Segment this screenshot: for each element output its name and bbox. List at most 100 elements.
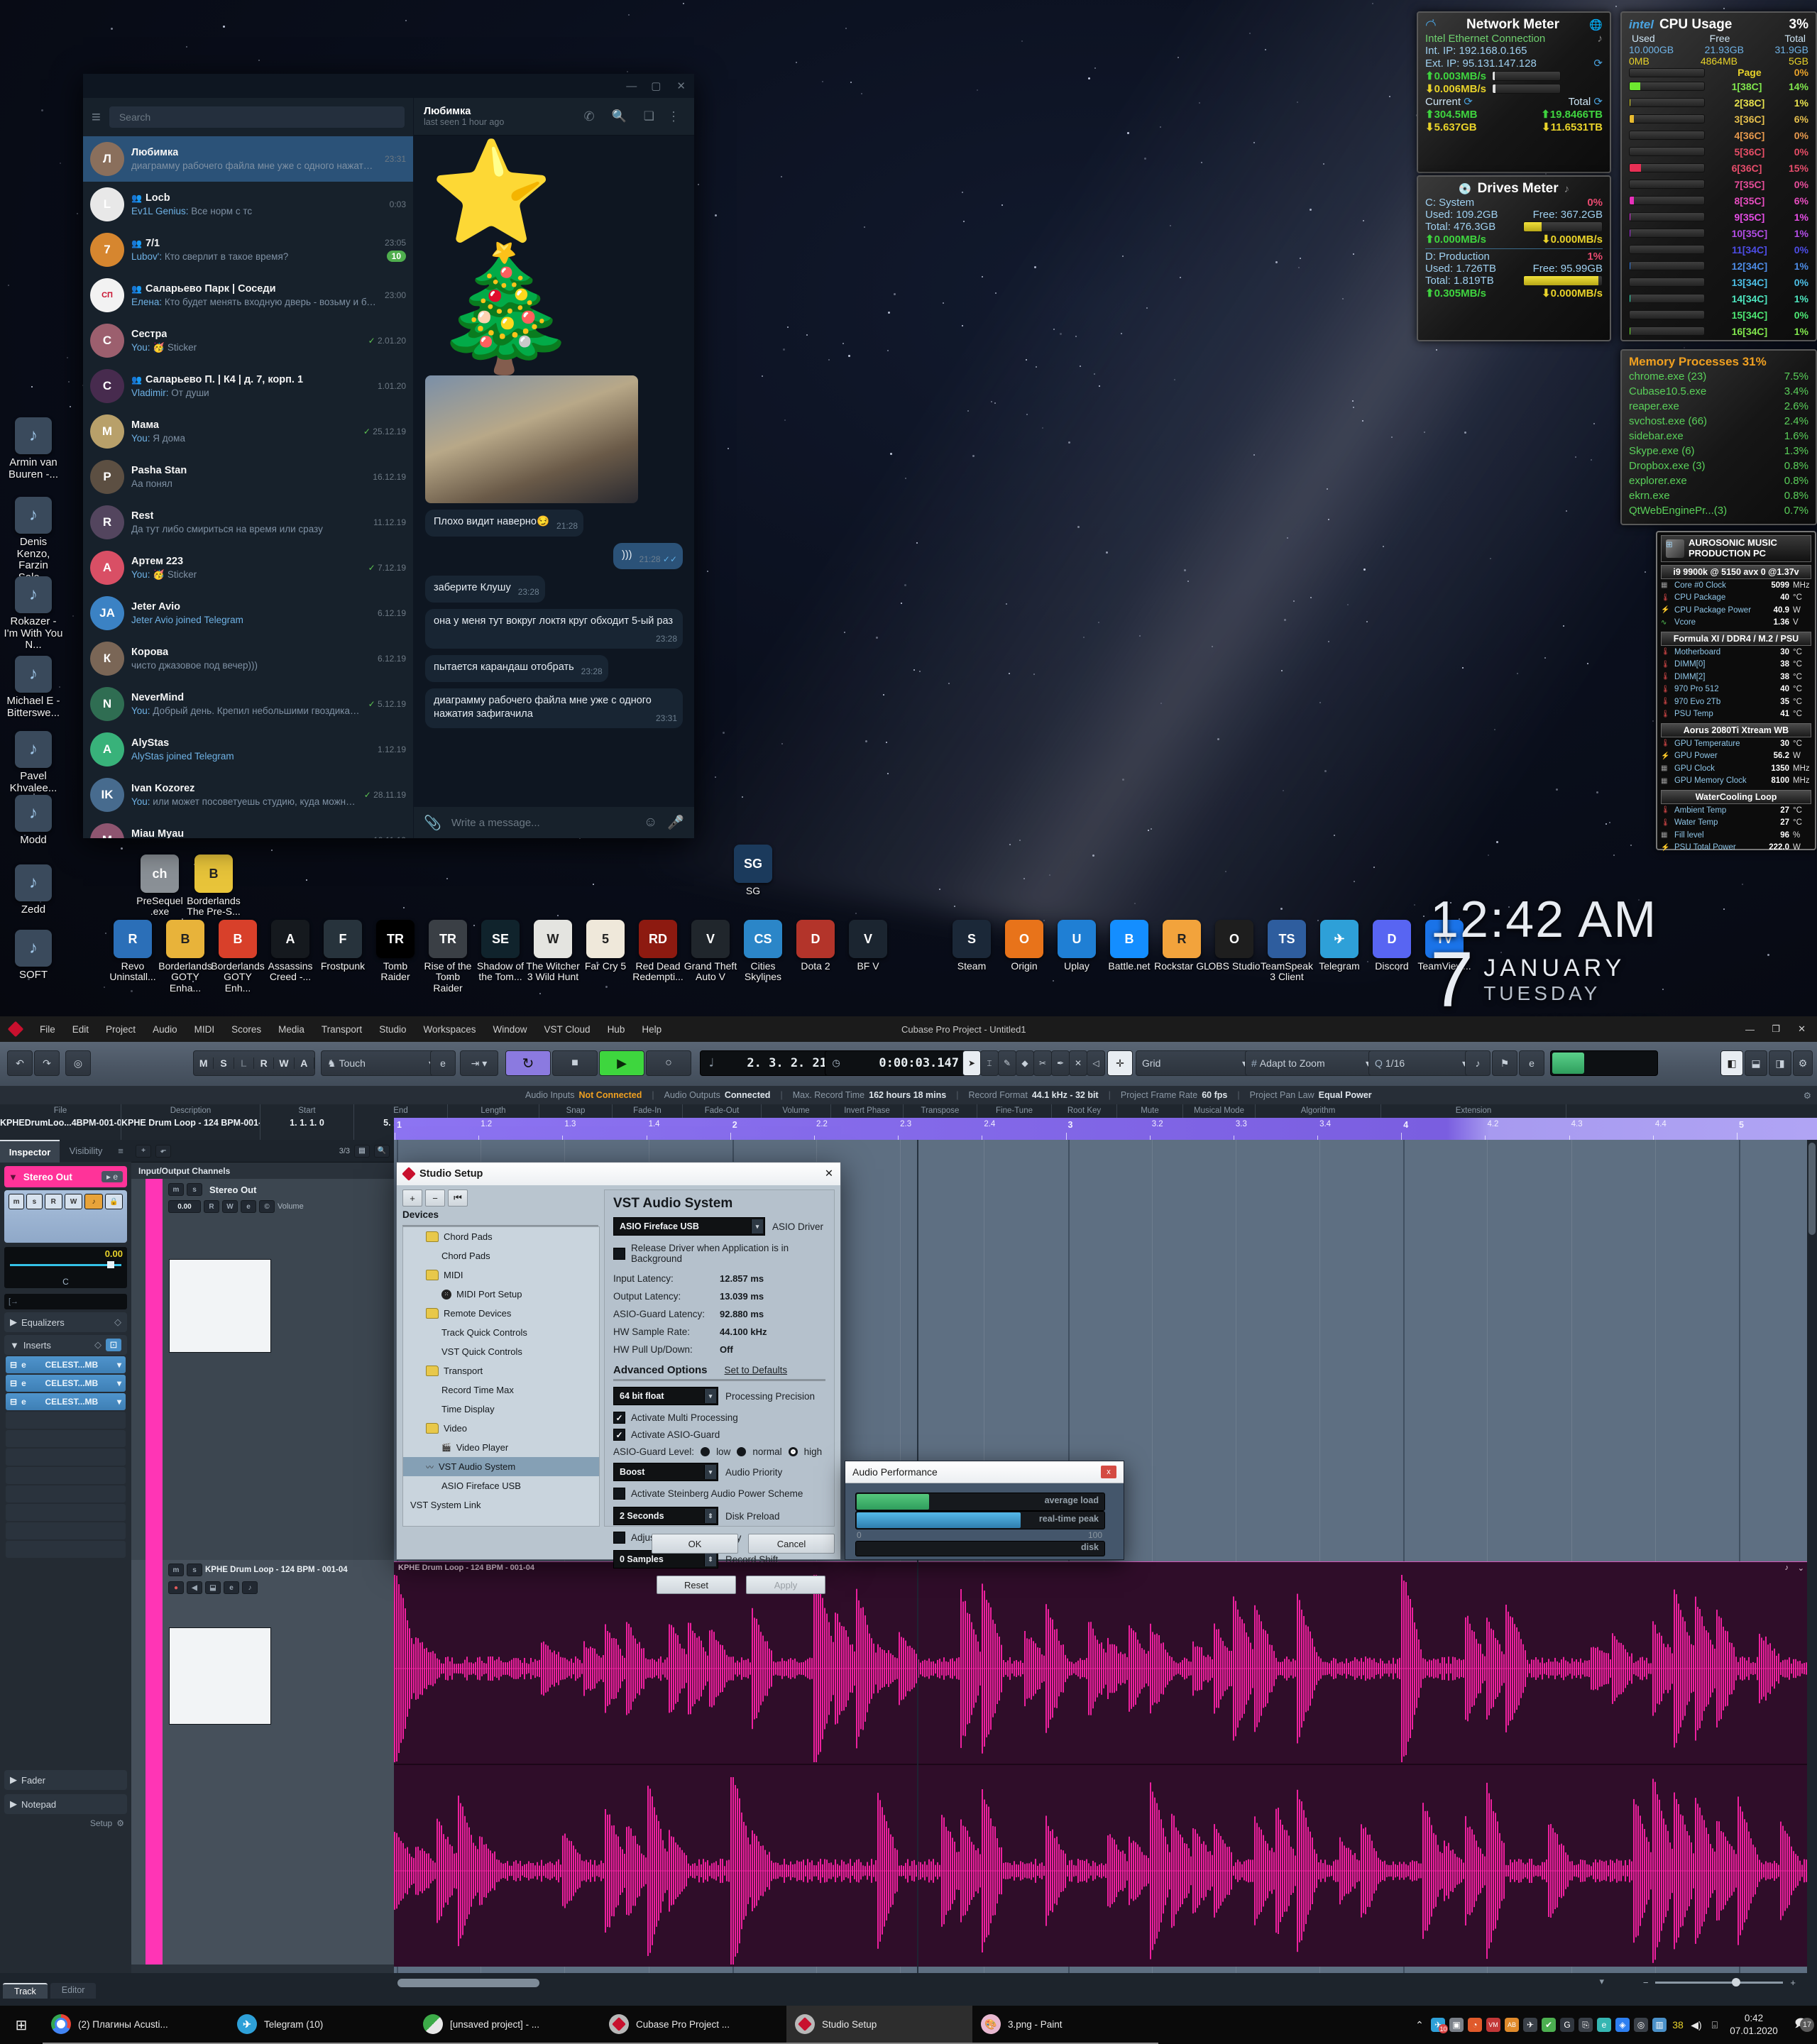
volume-icon[interactable]: ◀) xyxy=(1688,2019,1705,2031)
solo-button[interactable]: s xyxy=(187,1183,202,1196)
start-button[interactable]: ⊞ xyxy=(0,2016,43,2034)
chat-list-item[interactable]: 7👥7/1Lubov': Кто сверлит в такое время?2… xyxy=(83,227,413,273)
time-display[interactable]: ◷0:00:03.147 xyxy=(825,1050,967,1076)
quantize-select[interactable]: Q1/16▾ xyxy=(1368,1050,1473,1076)
desktop-icon[interactable]: AAssassins Creed -... xyxy=(263,920,318,983)
desktop-icon[interactable]: BBattle.net xyxy=(1102,920,1157,972)
menu-project[interactable]: Project xyxy=(97,1024,144,1035)
taskbar-app[interactable]: (2) Плагины Acusti... xyxy=(43,2006,229,2044)
desktop-icon[interactable]: SEShadow of the Tom... xyxy=(473,920,528,983)
stop-button[interactable]: ■ xyxy=(552,1050,598,1076)
chat-list-item[interactable]: IKIvan KozorezYou: или может посоветуешь… xyxy=(83,772,413,818)
close-icon[interactable]: ✕ xyxy=(1798,1023,1806,1035)
record-latency-checkbox[interactable] xyxy=(613,1532,625,1544)
menu-workspaces[interactable]: Workspaces xyxy=(415,1024,484,1035)
insert-slot-empty[interactable] xyxy=(6,1412,126,1429)
priority-select[interactable]: Boost▾ xyxy=(613,1463,718,1481)
tree-item-track-quick-controls[interactable]: Track Quick Controls xyxy=(403,1323,599,1342)
eq-curve-icon[interactable]: ◇ xyxy=(114,1317,121,1328)
infoline-column[interactable]: Start1. 1. 1. 0 xyxy=(260,1104,354,1140)
reset-device-button[interactable]: ⏮ xyxy=(448,1189,468,1207)
audio-track[interactable]: m s KPHE Drum Loop - 124 BPM - 001-04 ● … xyxy=(131,1560,394,1965)
automation-edit-button[interactable]: e xyxy=(430,1050,456,1076)
auto-A[interactable]: A xyxy=(295,1057,314,1069)
desktop-icon[interactable]: BBorderlands The Pre-S... xyxy=(186,855,241,918)
taskbar-app[interactable]: [unsaved project] - ... xyxy=(415,2006,600,2044)
search-icon[interactable]: 🔍 xyxy=(612,109,627,123)
insert-slot-empty[interactable] xyxy=(6,1430,126,1447)
track-list-settings[interactable]: ▤ xyxy=(354,1145,370,1158)
insert-slot[interactable]: ⊟eCELEST...MB▾ xyxy=(6,1375,126,1392)
sidebar-toggle-icon[interactable]: ❏ xyxy=(644,109,654,123)
asio-driver-select[interactable]: ASIO Fireface USB▾ xyxy=(613,1217,765,1236)
auto-M[interactable]: M xyxy=(194,1057,214,1069)
add-device-button[interactable]: + xyxy=(402,1189,422,1207)
musical-mode-button[interactable]: ♪ xyxy=(84,1194,102,1209)
tray-expand-icon[interactable]: ⌃ xyxy=(1411,2019,1428,2031)
minimize-icon[interactable]: — xyxy=(626,80,637,92)
minimize-icon[interactable]: — xyxy=(1745,1024,1755,1035)
close-icon[interactable]: x xyxy=(1101,1466,1116,1478)
multi-processing-checkbox[interactable]: ✓ xyxy=(613,1412,625,1424)
record-button[interactable]: ○ xyxy=(646,1050,691,1076)
desktop-icon[interactable]: DDota 2 xyxy=(788,920,843,972)
chat-list-item[interactable]: ММамаYou: Я дома✓ 25.12.19 xyxy=(83,409,413,454)
eset-status-icon[interactable]: ✔ xyxy=(1540,2018,1557,2032)
speedtest-icon[interactable]: ◔ xyxy=(1466,2018,1483,2032)
monitor-button[interactable]: ◀ xyxy=(187,1581,202,1594)
temp-38[interactable]: 38 xyxy=(1669,2019,1686,2031)
stereo-out-track[interactable]: m s Stereo Out 0.00 R W e © Volume xyxy=(131,1179,394,1561)
desktop-icon[interactable]: FFrostpunk xyxy=(315,920,370,972)
menu-vst-cloud[interactable]: VST Cloud xyxy=(536,1024,599,1035)
desktop-icon[interactable]: TRTomb Raider xyxy=(368,920,423,983)
desktop-icon[interactable]: RDRed Dead Redempti... xyxy=(630,920,686,983)
menu-help[interactable]: Help xyxy=(633,1024,670,1035)
audio-event[interactable]: KPHE Drum Loop - 124 BPM - 001-04 ♪ ⌄ xyxy=(394,1561,1817,1967)
add-track-button[interactable]: + xyxy=(136,1145,151,1158)
auto-L[interactable]: L xyxy=(234,1057,254,1069)
tab-editor[interactable]: Editor xyxy=(50,1983,97,1999)
play-button[interactable]: ▶ xyxy=(599,1050,644,1076)
equalizers-section[interactable]: ▶Equalizers ◇ xyxy=(4,1312,127,1332)
tab-track[interactable]: Track xyxy=(3,1983,48,1999)
track-header[interactable]: ▼ Stereo Out ▸ e xyxy=(4,1166,127,1187)
quantize-note-button[interactable]: ♪ xyxy=(1465,1050,1491,1076)
grid-select[interactable]: #Adapt to Zoom▾ xyxy=(1245,1050,1377,1076)
disk-preload-stepper[interactable]: 2 Seconds⇕ xyxy=(613,1507,718,1525)
radio-low[interactable] xyxy=(701,1447,710,1456)
call-icon[interactable]: ✆ xyxy=(583,109,594,124)
menu-studio[interactable]: Studio xyxy=(370,1024,415,1035)
range-select-tool[interactable]: ⌶ xyxy=(980,1050,999,1076)
desktop-icon[interactable]: ✈Telegram xyxy=(1312,920,1367,972)
redo-button[interactable]: ↷ xyxy=(34,1050,60,1076)
desktop-icon[interactable]: UUplay xyxy=(1049,920,1104,972)
release-driver-checkbox[interactable] xyxy=(613,1248,625,1260)
iterative-quantize-button[interactable]: ⚑ xyxy=(1492,1050,1517,1076)
insert-slot-empty[interactable] xyxy=(6,1522,126,1539)
search-input[interactable]: Search xyxy=(109,106,405,128)
mic-icon[interactable]: 🎤 xyxy=(667,814,684,831)
set-defaults-link[interactable]: Set to Defaults xyxy=(725,1365,788,1375)
desktop-icon[interactable]: BBorderlands GOTY Enh... xyxy=(210,920,265,994)
desktop-icon[interactable]: SGSG xyxy=(725,845,781,896)
notification-button[interactable]: 🗩 17 xyxy=(1784,2016,1817,2035)
taskbar-app[interactable]: 🎨3.png - Paint xyxy=(972,2006,1158,2044)
quantize-panel-button[interactable]: e xyxy=(1519,1050,1544,1076)
tree-item-midi[interactable]: MIDI xyxy=(403,1265,599,1285)
desktop-icon[interactable]: OOBS Studio xyxy=(1207,920,1262,972)
tree-item-midi-port-setup[interactable]: ⁙MIDI Port Setup xyxy=(403,1285,599,1304)
taskbar-app[interactable]: Studio Setup xyxy=(786,2006,972,2044)
usb-icon[interactable]: ⎘ xyxy=(1577,2018,1594,2032)
chat-list-item[interactable]: ЛЛюбимкадиаграмму рабочего файла мне уже… xyxy=(83,136,413,182)
globe-icon[interactable]: 🌐 xyxy=(1589,18,1603,31)
desktop-icon[interactable]: VBF V xyxy=(840,920,896,972)
punch-button[interactable]: ⇥ ▾ xyxy=(460,1050,498,1076)
notepad-section[interactable]: ▶Notepad xyxy=(4,1794,127,1814)
tree-item-chord-pads[interactable]: Chord Pads xyxy=(403,1246,599,1265)
write-button[interactable]: W xyxy=(222,1200,238,1213)
apply-button[interactable]: Apply xyxy=(746,1576,825,1594)
attach-icon[interactable]: 📎 xyxy=(424,814,441,832)
desktop-icon[interactable]: CSCities Skylines xyxy=(735,920,791,983)
chat-list-item[interactable]: NNeverMindYou: Добрый день. Крепил небол… xyxy=(83,681,413,727)
desktop-icon[interactable]: WThe Witcher 3 Wild Hunt xyxy=(525,920,581,983)
